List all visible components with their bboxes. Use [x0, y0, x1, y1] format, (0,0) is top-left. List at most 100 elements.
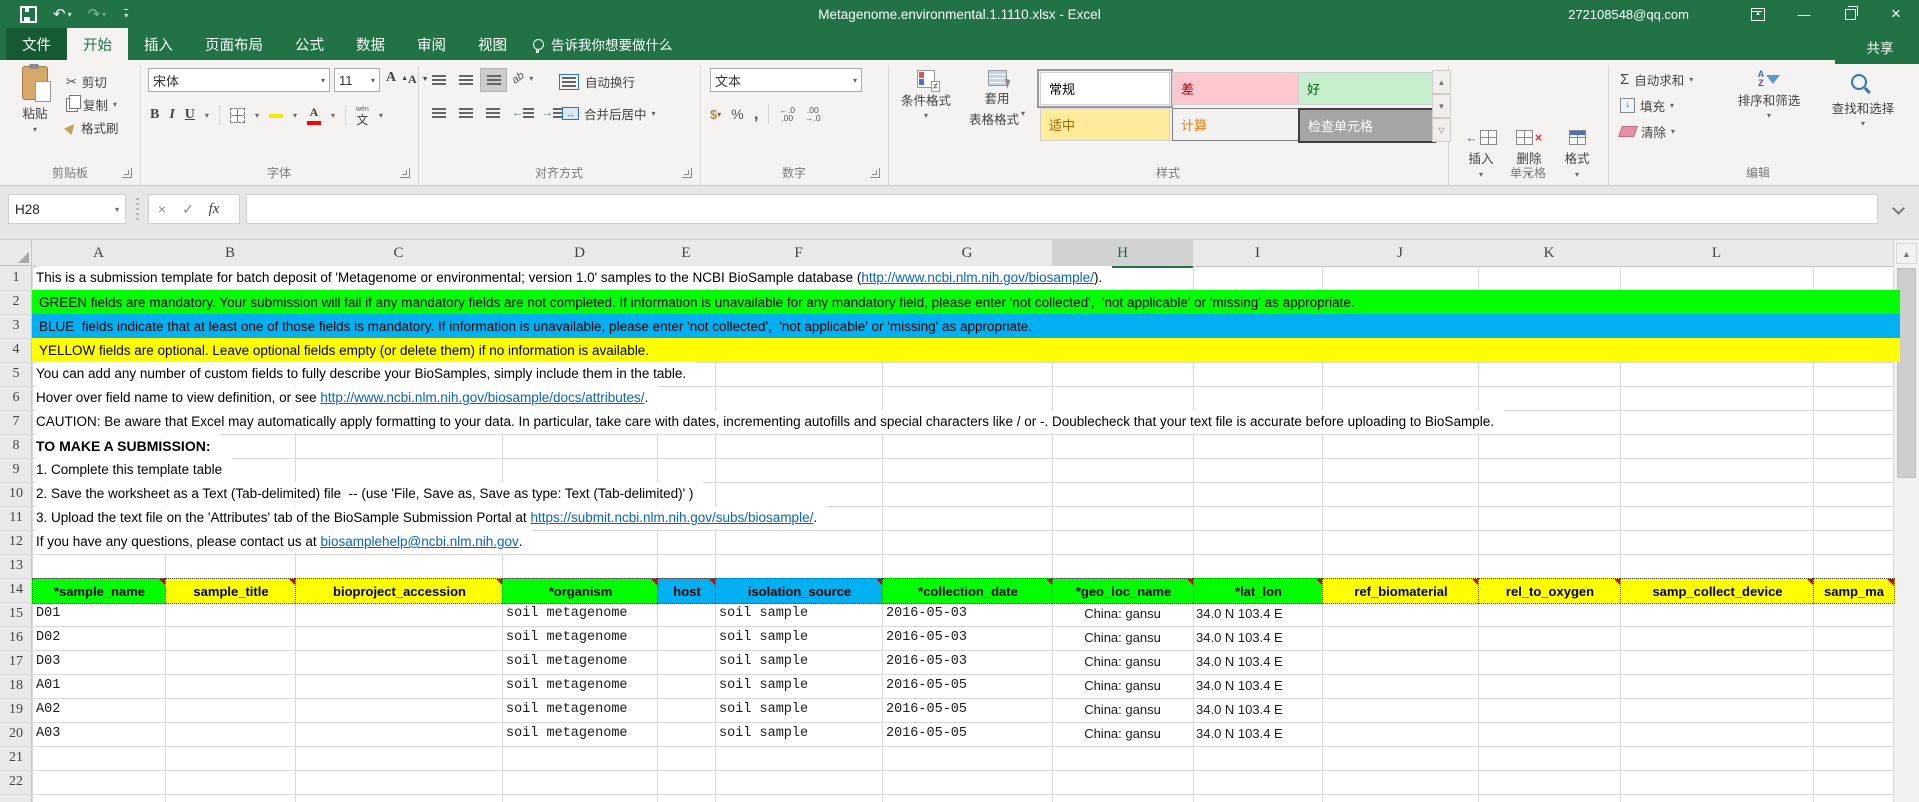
cell-A4[interactable]: YELLOW fields are optional. Leave option…	[32, 338, 1900, 362]
cell-A1[interactable]: This is a submission template for batch …	[36, 266, 1112, 289]
tab-home[interactable]: 开始	[67, 28, 128, 60]
close-button[interactable]: ×	[1873, 0, 1919, 28]
field-header-ref_biomaterial[interactable]: ref_biomaterial	[1322, 578, 1480, 604]
field-header-sample_name[interactable]: *sample_name	[32, 578, 167, 604]
phonetic-guide-button[interactable]: wén文	[356, 105, 369, 125]
cell-D16[interactable]: soil metagenome	[502, 626, 661, 649]
styles-gallery-more-button[interactable]: ▽	[1432, 118, 1451, 142]
row-header-17[interactable]: 17	[0, 650, 32, 675]
column-header-I[interactable]: I	[1193, 240, 1323, 267]
cell-A11[interactable]: 3. Upload the text file on the 'Attribut…	[36, 506, 827, 529]
paste-button[interactable]: 粘贴 ▾	[8, 66, 62, 146]
cell-A10[interactable]: 2. Save the worksheet as a Text (Tab-del…	[36, 482, 703, 505]
align-center-button[interactable]	[453, 102, 478, 124]
row-header-8[interactable]: 8	[0, 434, 32, 459]
cell-style-normal[interactable]: 常规	[1040, 72, 1170, 105]
column-header-F[interactable]: F	[715, 240, 883, 267]
column-header-D[interactable]: D	[502, 240, 658, 267]
format-as-table-button[interactable]: 套用 表格格式▾	[962, 70, 1032, 128]
wrap-text-button[interactable]: 自动换行	[562, 72, 635, 91]
row-header-4[interactable]: 4	[0, 338, 32, 363]
field-header-collection_date[interactable]: *collection_date	[882, 578, 1054, 604]
comma-style-button[interactable]: ,	[754, 104, 759, 124]
cell-F18[interactable]: soil sample	[715, 674, 886, 697]
decrease-indent-button[interactable]: ←	[512, 107, 534, 119]
select-all-button[interactable]	[0, 240, 32, 266]
save-button[interactable]	[20, 6, 37, 23]
italic-button[interactable]: I	[169, 107, 174, 123]
column-header-L[interactable]: L	[1620, 240, 1814, 267]
cell-A20[interactable]: A03	[32, 722, 169, 745]
row-header-13[interactable]: 13	[0, 554, 32, 579]
hyperlink[interactable]: http://www.ncbi.nlm.nih.gov/biosample/	[861, 270, 1094, 285]
format-painter-button[interactable]: 格式刷	[66, 118, 119, 137]
styles-gallery-down-button[interactable]: ▼	[1432, 94, 1451, 118]
cell-H18[interactable]: China: gansu	[1052, 674, 1193, 697]
cell-F16[interactable]: soil sample	[715, 626, 886, 649]
hyperlink[interactable]: https://submit.ncbi.nlm.nih.gov/subs/bio…	[530, 510, 813, 525]
cell-A17[interactable]: D03	[32, 650, 169, 673]
cell-A19[interactable]: A02	[32, 698, 169, 721]
row-header-12[interactable]: 12	[0, 530, 32, 555]
cell-H15[interactable]: China: gansu	[1052, 602, 1193, 625]
cell-A15[interactable]: D01	[32, 602, 169, 625]
cell-A2[interactable]: GREEN fields are mandatory. Your submiss…	[32, 290, 1900, 314]
tab-insert[interactable]: 插入	[128, 28, 189, 60]
borders-button[interactable]	[230, 108, 245, 123]
cell-D20[interactable]: soil metagenome	[502, 722, 661, 745]
increase-decimal-button[interactable]: ←.0.00	[779, 106, 795, 122]
row-header-3[interactable]: 3	[0, 314, 32, 339]
field-header-geo_loc_name[interactable]: *geo_loc_name	[1052, 578, 1195, 604]
cell-F15[interactable]: soil sample	[715, 602, 886, 625]
cell-style-check-cell[interactable]: 检查单元格	[1298, 108, 1436, 143]
field-header-lat_lon[interactable]: *lat_lon	[1193, 578, 1324, 604]
cell-H19[interactable]: China: gansu	[1052, 698, 1193, 721]
underline-button[interactable]: U	[185, 107, 195, 123]
tab-review[interactable]: 审阅	[401, 28, 462, 60]
cell-style-bad[interactable]: 差	[1172, 72, 1300, 105]
insert-function-button[interactable]: fx	[201, 201, 227, 218]
cell-H17[interactable]: China: gansu	[1052, 650, 1193, 673]
number-format-combobox[interactable]: 文本▾	[710, 68, 862, 92]
field-header-samp_ma[interactable]: samp_ma	[1813, 578, 1895, 604]
scrollbar-up-button[interactable]: ▲	[1896, 243, 1917, 264]
align-right-button[interactable]	[480, 102, 505, 124]
row-header-21[interactable]: 21	[0, 746, 32, 771]
row-header-10[interactable]: 10	[0, 482, 32, 507]
column-header-A[interactable]: A	[32, 240, 166, 267]
find-select-button[interactable]: 查找和选择 ▾	[1818, 70, 1908, 128]
middle-align-button[interactable]	[453, 69, 478, 91]
row-header-11[interactable]: 11	[0, 506, 32, 531]
row-header-18[interactable]: 18	[0, 674, 32, 699]
clear-button[interactable]: 清除 ▾	[1620, 122, 1675, 141]
formula-input[interactable]	[246, 194, 1878, 224]
autosum-button[interactable]: Σ 自动求和 ▾	[1620, 70, 1693, 89]
account-name[interactable]: 272108548@qq.com	[1568, 0, 1689, 28]
cell-G18[interactable]: 2016-05-05	[882, 674, 1056, 697]
font-name-combobox[interactable]: 宋体▾	[148, 68, 330, 92]
field-header-organism[interactable]: *organism	[502, 578, 659, 604]
row-header-19[interactable]: 19	[0, 698, 32, 723]
sort-filter-button[interactable]: AZ 排序和筛选 ▾	[1726, 70, 1812, 120]
font-size-combobox[interactable]: 11▾	[334, 68, 380, 92]
cell-A18[interactable]: A01	[32, 674, 169, 697]
row-header-6[interactable]: 6	[0, 386, 32, 411]
field-header-bioproject_accession[interactable]: bioproject_accession	[295, 578, 504, 604]
cell-G20[interactable]: 2016-05-05	[882, 722, 1056, 745]
cell-F20[interactable]: soil sample	[715, 722, 886, 745]
row-header-9[interactable]: 9	[0, 458, 32, 483]
column-header-B[interactable]: B	[165, 240, 296, 267]
row-header-1[interactable]: 1	[0, 266, 32, 291]
tab-page-layout[interactable]: 页面布局	[189, 28, 279, 60]
cell-I16[interactable]: 34.0 N 103.4 E	[1193, 626, 1325, 649]
cell-A16[interactable]: D02	[32, 626, 169, 649]
orientation-button[interactable]: ab▾	[512, 72, 533, 84]
column-header-E[interactable]: E	[657, 240, 716, 267]
fill-color-button[interactable]	[269, 113, 283, 118]
cell-style-calculation[interactable]: 计算	[1172, 108, 1300, 141]
cell-H20[interactable]: China: gansu	[1052, 722, 1193, 745]
cell-I19[interactable]: 34.0 N 103.4 E	[1193, 698, 1325, 721]
hyperlink[interactable]: http://www.ncbi.nlm.nih.gov/biosample/do…	[320, 390, 644, 405]
accounting-format-button[interactable]: $▾	[710, 107, 721, 122]
share-button[interactable]: 共享	[1835, 30, 1919, 64]
